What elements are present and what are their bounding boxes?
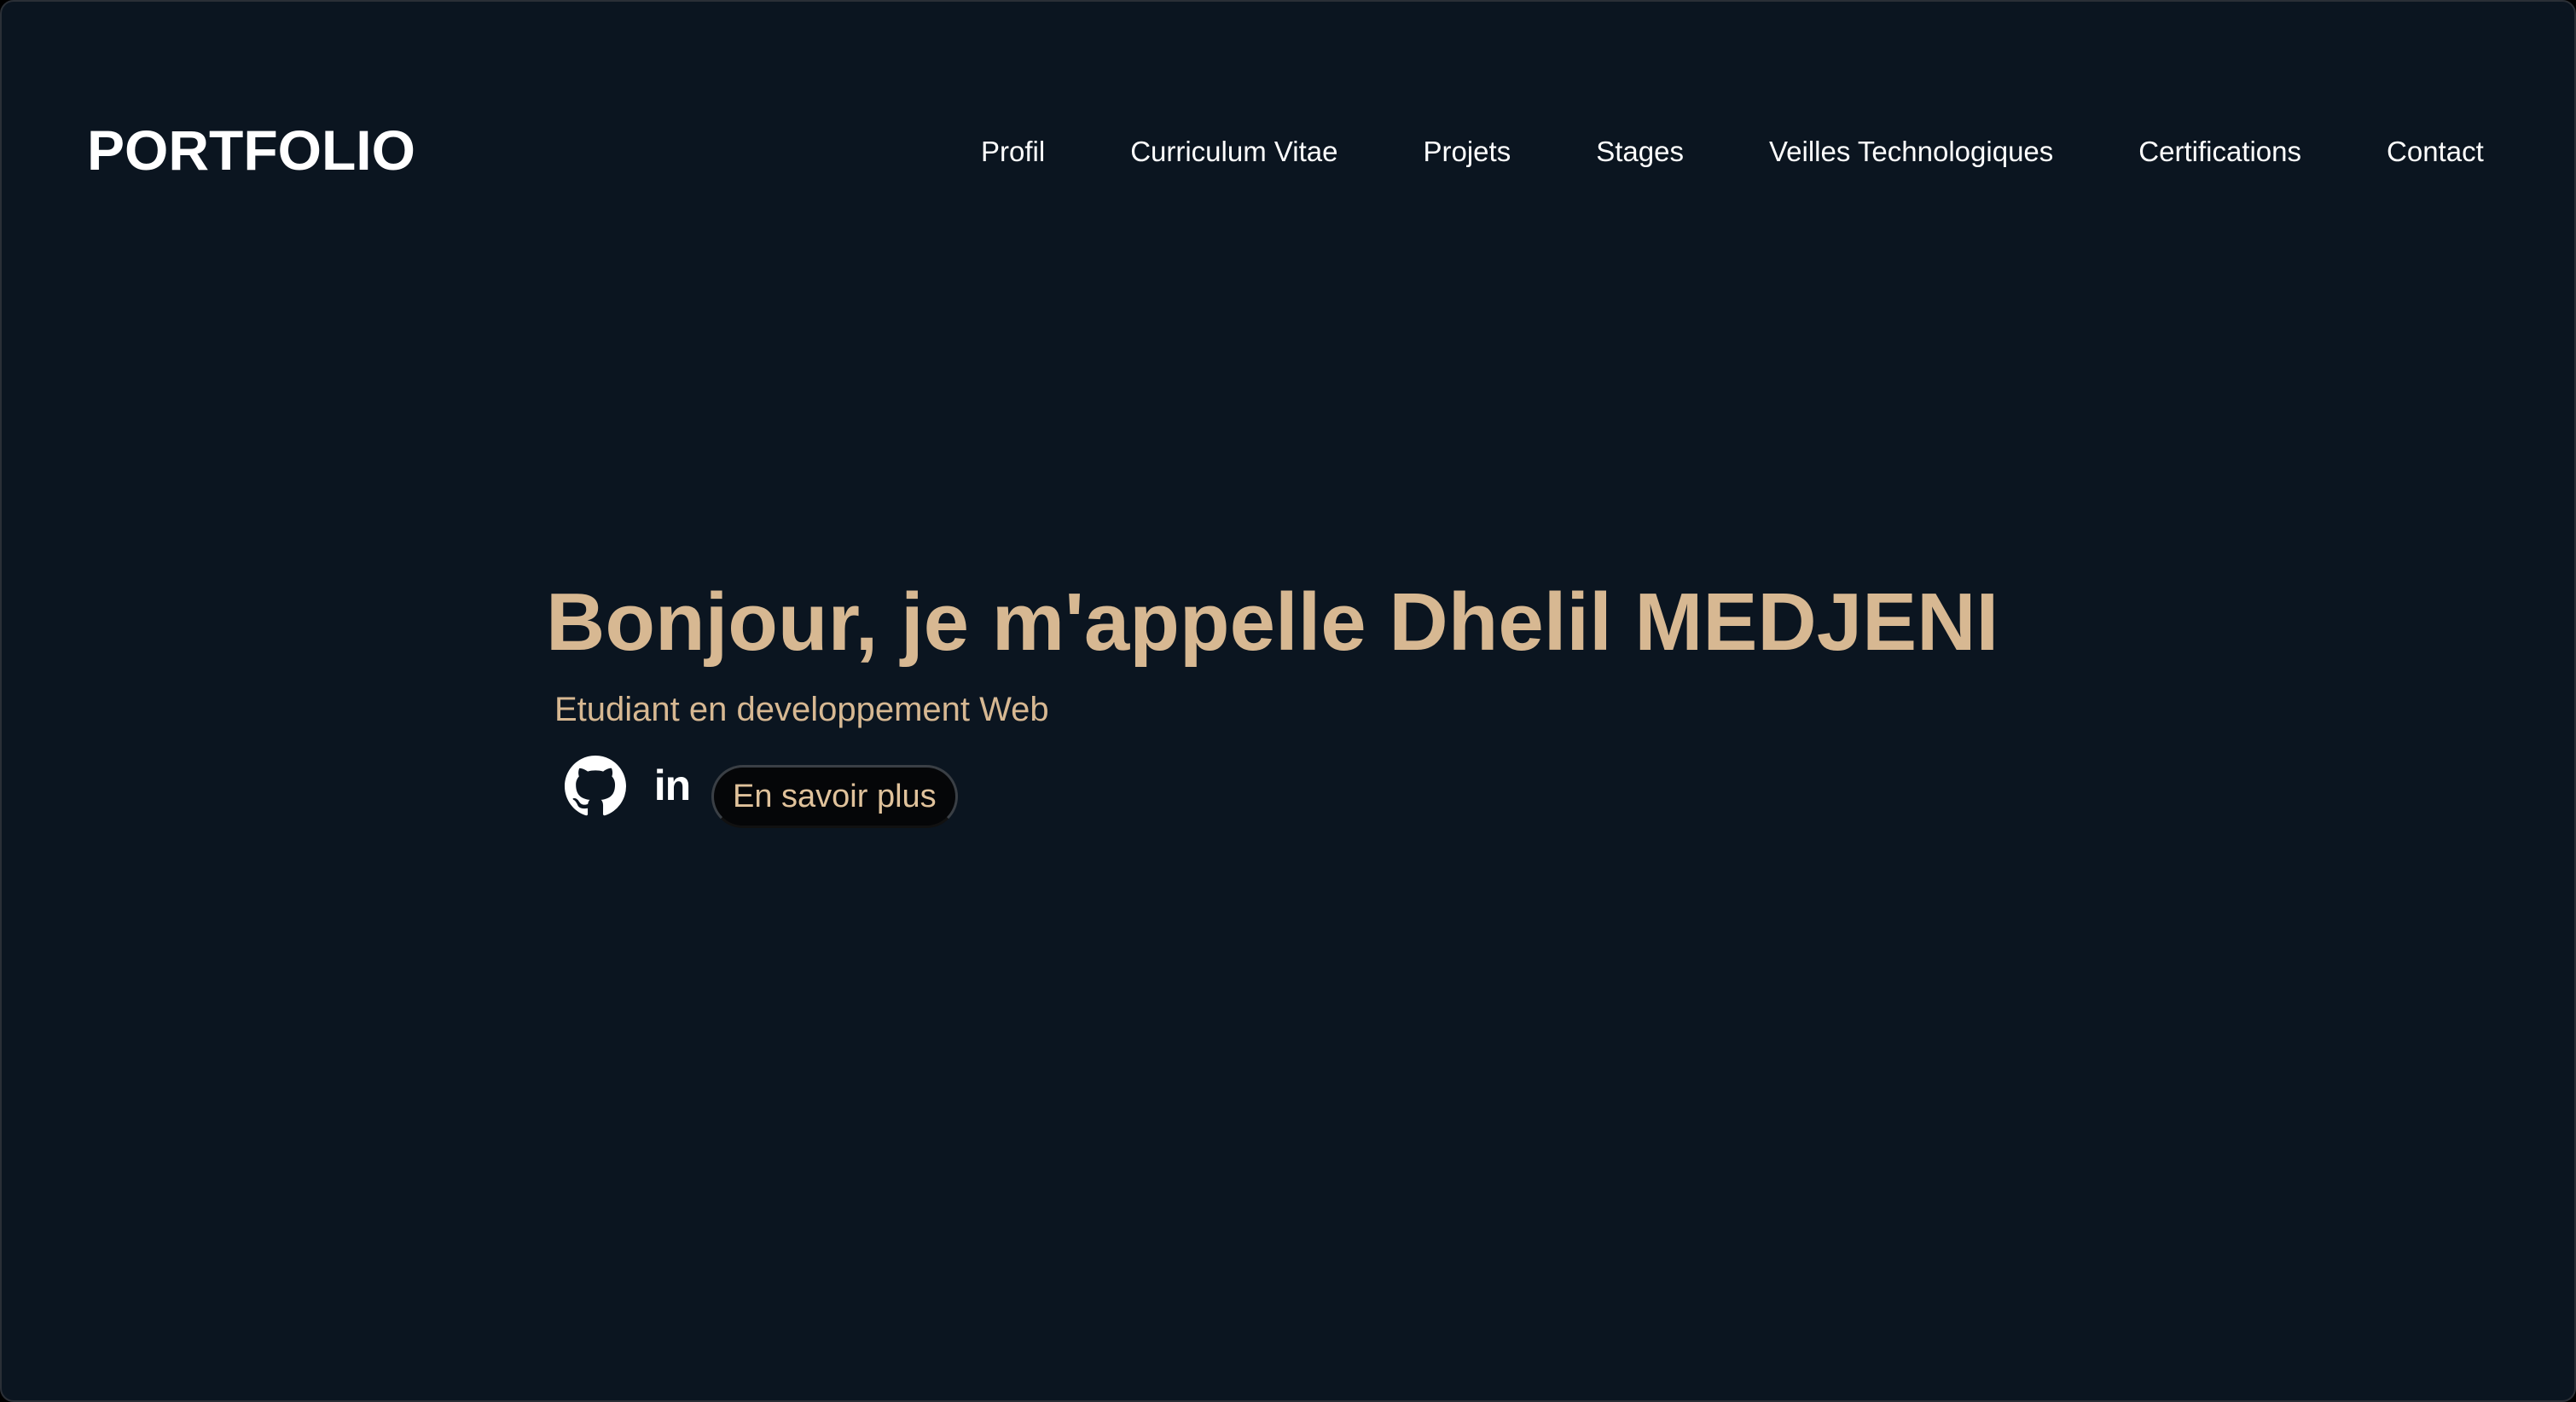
- hero-subtitle: Etudiant en developpement Web: [554, 691, 1049, 728]
- linkedin-icon[interactable]: in: [648, 760, 696, 811]
- nav-item-profil[interactable]: Profil: [981, 130, 1045, 174]
- github-icon[interactable]: [565, 756, 626, 817]
- nav-item-stages[interactable]: Stages: [1596, 130, 1684, 174]
- hero-actions: in En savoir plus: [565, 756, 958, 837]
- nav-item-veilles-technologiques[interactable]: Veilles Technologiques: [1769, 130, 2053, 174]
- nav-item-contact[interactable]: Contact: [2387, 130, 2484, 174]
- page: PORTFOLIO Profil Curriculum Vitae Projet…: [0, 0, 2576, 1402]
- nav-item-certifications[interactable]: Certifications: [2138, 130, 2301, 174]
- hero-title: Bonjour, je m'appelle Dhelil MEDJENI: [546, 576, 1999, 668]
- nav-item-curriculum-vitae[interactable]: Curriculum Vitae: [1130, 130, 1337, 174]
- brand-logo[interactable]: PORTFOLIO: [87, 114, 415, 186]
- nav-item-projets[interactable]: Projets: [1424, 130, 1511, 174]
- en-savoir-plus-button[interactable]: En savoir plus: [711, 765, 958, 828]
- main-nav: Profil Curriculum Vitae Projets Stages V…: [981, 130, 2484, 174]
